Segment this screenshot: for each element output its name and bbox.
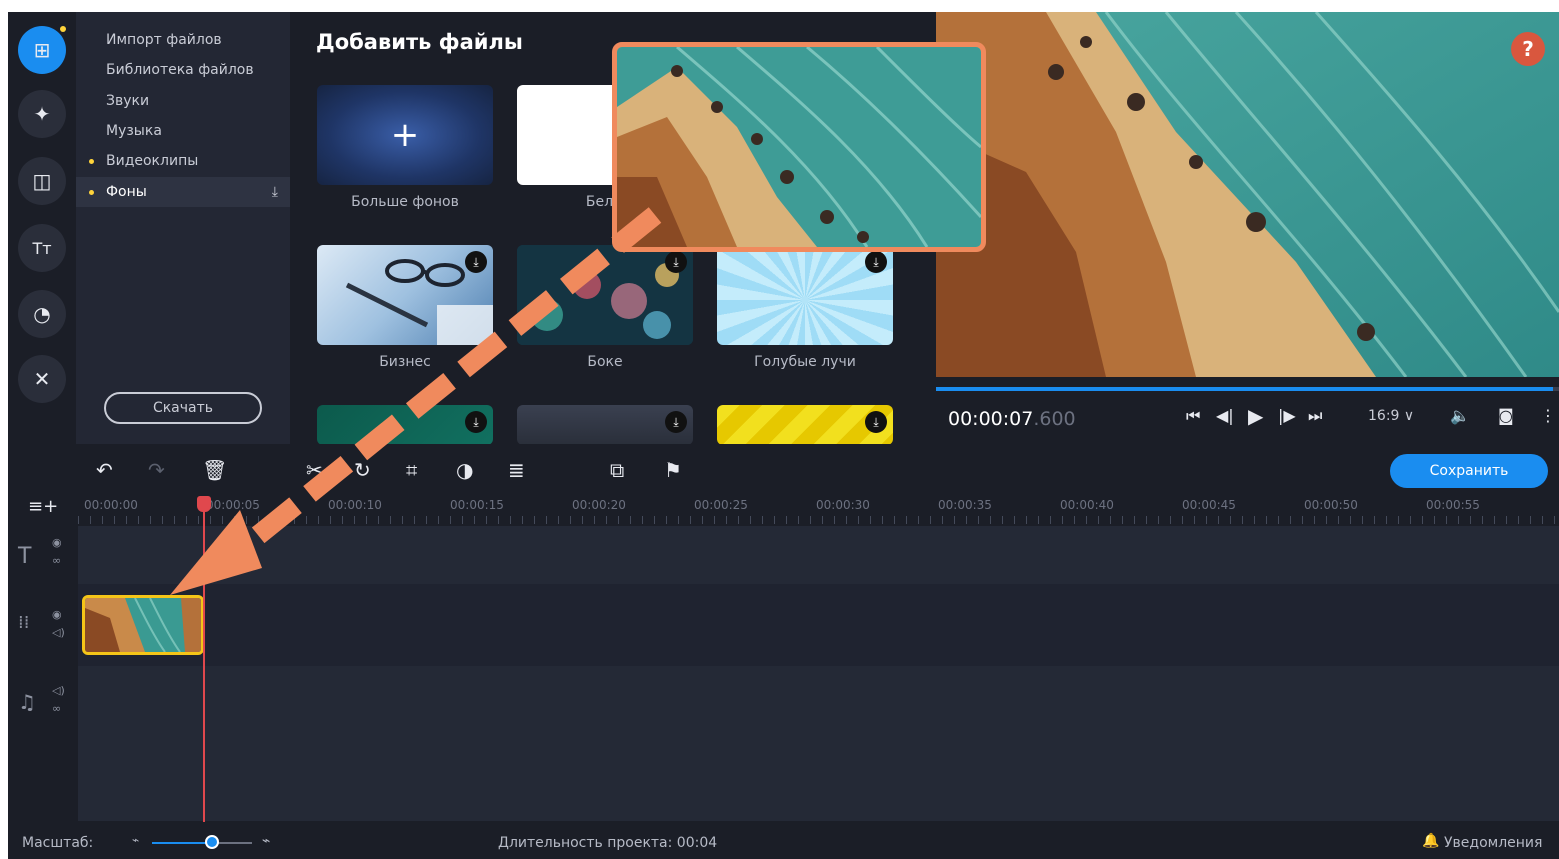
drag-arrow	[170, 207, 662, 595]
